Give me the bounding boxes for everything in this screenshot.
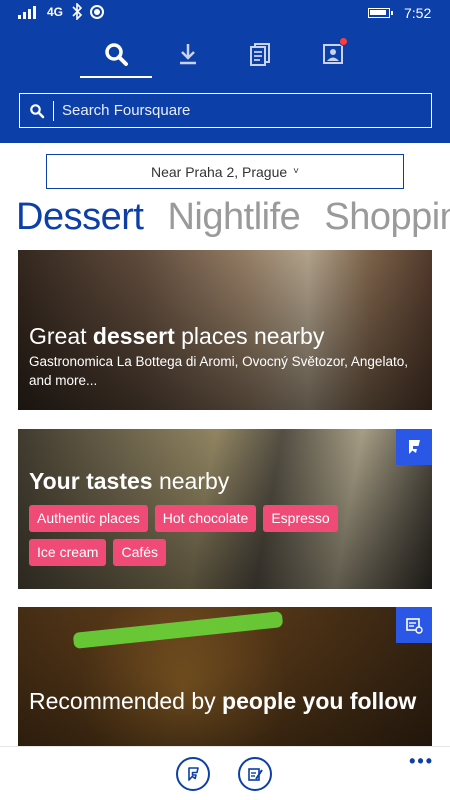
pivot-item-nightlife[interactable]: Nightlife — [167, 196, 300, 239]
card-content: Your tastes nearby Authentic places Hot … — [29, 467, 421, 566]
network-type: 4G — [47, 5, 64, 19]
signal-icon — [18, 6, 36, 19]
card-title: Great dessert places nearby — [29, 322, 421, 350]
title-bold: people you follow — [222, 688, 417, 714]
lists-icon — [250, 43, 270, 66]
more-options-button[interactable]: ••• — [409, 751, 434, 772]
download-icon — [180, 44, 196, 65]
title-suffix: nearby — [152, 468, 230, 494]
card-subtitle: Gastronomica La Bottega di Aromi, Ovocný… — [29, 354, 408, 388]
location-selector[interactable]: Near Praha 2, Prague ˅ — [46, 154, 404, 189]
dessert-places-card[interactable]: Great dessert places nearby Gastronomica… — [18, 250, 432, 410]
taste-tags: Authentic places Hot chocolate Espresso … — [29, 505, 389, 566]
location-label: Near Praha 2, Prague — [150, 163, 288, 180]
search-icon — [30, 103, 45, 118]
pivot-item-shopping[interactable]: Shopping — [324, 196, 450, 239]
search-box[interactable] — [19, 93, 432, 128]
location-icon — [90, 5, 104, 19]
title-prefix: Great — [29, 323, 93, 349]
write-tip-icon — [248, 768, 263, 781]
follow-badge — [396, 607, 432, 643]
status-bar: 4G 7:52 — [0, 0, 450, 26]
foursquare-icon — [188, 767, 199, 781]
card-title: Your tastes nearby — [29, 467, 421, 495]
recommended-card[interactable]: Recommended by people you follow — [18, 607, 432, 752]
app-bar: ••• — [0, 746, 450, 800]
search-input[interactable] — [62, 102, 431, 119]
your-tastes-card[interactable]: Your tastes nearby Authentic places Hot … — [18, 429, 432, 589]
write-tip-button[interactable] — [238, 757, 272, 791]
card-content: Recommended by people you follow — [29, 687, 421, 715]
tab-search[interactable] — [80, 30, 152, 78]
foursquare-icon — [409, 440, 420, 454]
taste-tag[interactable]: Cafés — [113, 539, 167, 566]
tab-download[interactable] — [152, 30, 224, 78]
search-divider — [53, 100, 54, 121]
check-in-button[interactable] — [176, 757, 210, 791]
taste-tag[interactable]: Hot chocolate — [154, 505, 257, 532]
pivot-item-dessert[interactable]: Dessert — [16, 196, 144, 239]
foursquare-badge — [396, 429, 432, 465]
chevron-down-icon: ˅ — [293, 166, 300, 177]
clock: 7:52 — [404, 5, 432, 21]
taste-tag[interactable]: Espresso — [263, 505, 338, 532]
people-follow-icon — [406, 618, 423, 634]
notification-dot — [339, 37, 348, 46]
title-bold: dessert — [92, 323, 175, 349]
taste-tag[interactable]: Authentic places — [29, 505, 148, 532]
taste-tag[interactable]: Ice cream — [29, 539, 107, 566]
card-title: Recommended by people you follow — [29, 687, 421, 715]
card-content: Great dessert places nearby Gastronomica… — [29, 322, 421, 390]
title-bold: Your tastes — [29, 468, 153, 494]
app-header: 4G 7:52 — [0, 0, 450, 143]
main-tabs — [0, 30, 450, 78]
tab-profile[interactable] — [297, 30, 369, 78]
title-suffix: places nearby — [174, 323, 325, 349]
category-pivot: Dessert Nightlife Shopping — [16, 196, 450, 244]
bluetooth-icon — [72, 3, 83, 20]
search-icon — [105, 43, 128, 66]
battery-icon — [368, 8, 393, 18]
title-prefix: Recommended by — [29, 688, 223, 714]
tab-lists[interactable] — [224, 30, 296, 78]
